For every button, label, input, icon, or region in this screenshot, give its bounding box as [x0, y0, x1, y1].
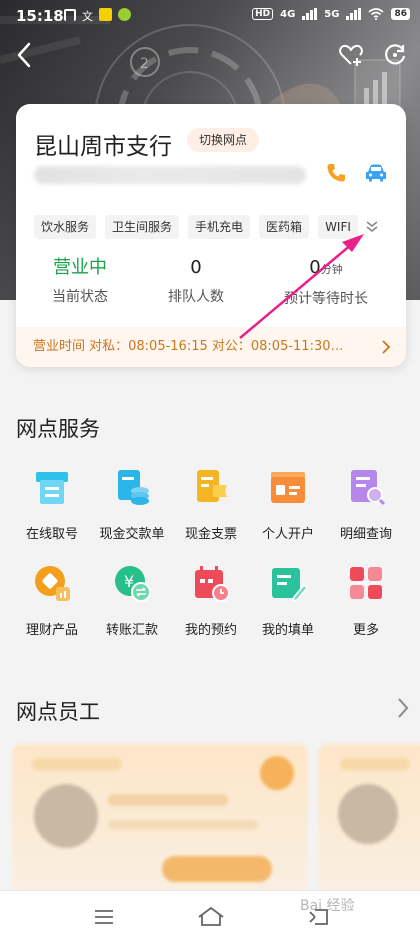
- service-more[interactable]: 更多: [326, 563, 406, 638]
- service-label: 转账汇款: [105, 623, 158, 638]
- service-label: 理财产品: [25, 623, 78, 638]
- more-icon: [350, 567, 382, 599]
- cash-check-icon: [197, 470, 227, 502]
- service-online-ticket[interactable]: 在线取号: [12, 467, 92, 542]
- cash-deposit-icon: [118, 470, 149, 505]
- service-label: 明细查询: [339, 527, 392, 542]
- form-edit-icon: [272, 568, 309, 603]
- service-label: 现金支票: [184, 527, 237, 542]
- calendar-icon: [195, 566, 230, 602]
- service-label: 现金交款单: [99, 527, 165, 542]
- service-wealth-products[interactable]: 理财产品: [12, 563, 92, 638]
- staff-card[interactable]: [318, 744, 420, 894]
- service-cash-deposit[interactable]: 现金交款单: [92, 467, 172, 542]
- service-detail-query[interactable]: 明细查询: [326, 467, 406, 542]
- services-section-title: 网点服务: [16, 417, 100, 441]
- service-cash-check[interactable]: 现金支票: [171, 467, 251, 542]
- transfer-icon: ¥: [115, 566, 151, 602]
- menu-icon[interactable]: [93, 908, 115, 926]
- watermark-text: Bai 经验: [300, 898, 355, 914]
- home-icon[interactable]: [196, 904, 226, 928]
- wealth-icon: [35, 566, 70, 601]
- service-transfer[interactable]: ¥ 转账汇款: [92, 563, 172, 638]
- ticket-icon: [36, 472, 68, 504]
- service-label: 我的填单: [261, 623, 314, 638]
- system-navigation-bar: [0, 890, 420, 940]
- annotation-arrow-icon: [239, 234, 364, 339]
- service-label: 在线取号: [25, 527, 78, 542]
- staff-card[interactable]: [12, 744, 308, 894]
- service-my-appointments[interactable]: 我的预约: [171, 563, 251, 638]
- service-label: 我的预约: [184, 623, 237, 638]
- service-my-forms[interactable]: 我的填单: [248, 563, 328, 638]
- service-label: 个人开户: [261, 527, 314, 542]
- id-card-icon: [271, 472, 305, 503]
- staff-section-title: 网点员工: [16, 700, 100, 724]
- staff-more-chevron-icon[interactable]: [396, 696, 410, 720]
- service-label: 更多: [352, 623, 379, 638]
- service-personal-account[interactable]: 个人开户: [248, 467, 328, 542]
- detail-search-icon: [351, 470, 386, 506]
